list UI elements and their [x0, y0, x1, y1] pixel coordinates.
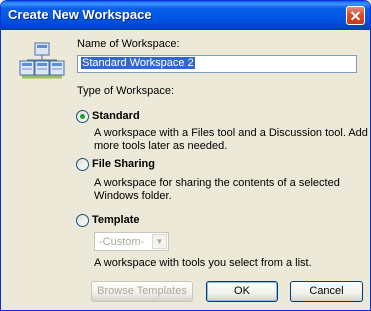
template-select-value: -Custom-	[99, 236, 145, 248]
file-sharing-label[interactable]: File Sharing	[92, 158, 155, 170]
dialog-content: Name of Workspace: Standard Workspace 2 …	[1, 30, 370, 310]
workspace-icon	[19, 42, 65, 82]
type-label: Type of Workspace:	[77, 85, 175, 97]
template-select[interactable]: -Custom- ▼	[94, 232, 169, 251]
template-label[interactable]: Template	[92, 214, 139, 226]
name-label: Name of Workspace:	[77, 38, 180, 50]
title-bar: Create New Workspace ✕	[1, 1, 370, 30]
standard-radio[interactable]	[76, 110, 89, 123]
dialog-window: Create New Workspace ✕ Name of Workspace…	[0, 0, 371, 311]
cancel-button[interactable]: Cancel	[290, 281, 363, 302]
chevron-down-icon: ▼	[152, 234, 167, 249]
close-icon: ✕	[349, 8, 362, 24]
browse-templates-button[interactable]: Browse Templates	[91, 281, 193, 302]
close-button[interactable]: ✕	[346, 6, 365, 25]
ok-button[interactable]: OK	[206, 281, 278, 302]
standard-description: A workspace with a Files tool and a Disc…	[94, 127, 368, 152]
file-sharing-description: A workspace for sharing the contents of …	[94, 177, 340, 202]
template-description: A workspace with tools you select from a…	[94, 257, 312, 269]
window-title: Create New Workspace	[8, 7, 152, 22]
template-radio[interactable]	[76, 214, 89, 227]
workspace-name-input[interactable]: Standard Workspace 2	[77, 55, 357, 73]
standard-label[interactable]: Standard	[92, 110, 140, 122]
workspace-name-value: Standard Workspace 2	[81, 57, 195, 69]
file-sharing-radio[interactable]	[76, 158, 89, 171]
